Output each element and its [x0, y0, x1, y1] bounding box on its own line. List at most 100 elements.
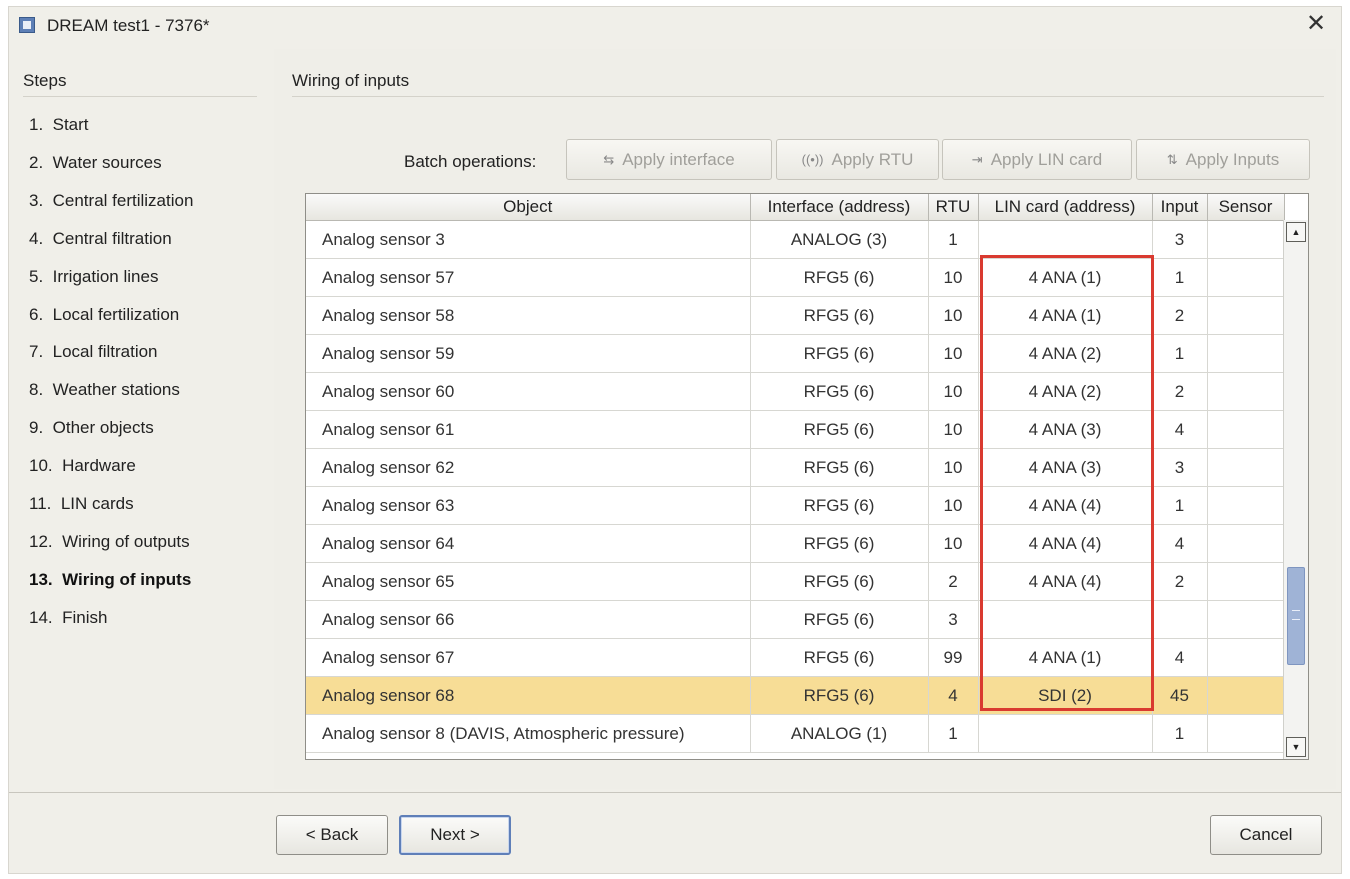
close-icon[interactable]: ✕ [1303, 11, 1329, 37]
column-header-rtu[interactable]: RTU [928, 194, 979, 221]
rtu-cell[interactable]: 10 [928, 372, 979, 411]
rtu-cell[interactable]: 3 [928, 600, 979, 639]
interface-cell[interactable]: ANALOG (3) [750, 220, 929, 259]
lin-card-cell[interactable]: 4 ANA (4) [978, 486, 1153, 525]
input-cell[interactable]: 2 [1152, 296, 1208, 335]
table-row[interactable]: Analog sensor 64 RFG5 (6) 10 4 ANA (4) 4 [306, 524, 1285, 563]
table-row[interactable]: Analog sensor 68 RFG5 (6) 4 SDI (2) 45 [306, 676, 1285, 715]
apply-inputs-button[interactable]: ⇅ Apply Inputs [1136, 139, 1310, 180]
lin-card-cell[interactable]: 4 ANA (3) [978, 410, 1153, 449]
sensor-cell[interactable] [1207, 486, 1285, 525]
object-cell[interactable]: Analog sensor 66 [306, 600, 751, 639]
interface-cell[interactable]: RFG5 (6) [750, 448, 929, 487]
sensor-cell[interactable] [1207, 562, 1285, 601]
interface-cell[interactable]: RFG5 (6) [750, 524, 929, 563]
object-cell[interactable]: Analog sensor 61 [306, 410, 751, 449]
object-cell[interactable]: Analog sensor 58 [306, 296, 751, 335]
input-cell[interactable]: 45 [1152, 676, 1208, 715]
table-row[interactable]: Analog sensor 62 RFG5 (6) 10 4 ANA (3) 3 [306, 448, 1285, 487]
lin-card-cell[interactable] [978, 220, 1153, 259]
sensor-cell[interactable] [1207, 638, 1285, 677]
interface-cell[interactable]: RFG5 (6) [750, 258, 929, 297]
lin-card-cell[interactable]: 4 ANA (2) [978, 372, 1153, 411]
object-cell[interactable]: Analog sensor 8 (DAVIS, Atmospheric pres… [306, 714, 751, 753]
object-cell[interactable]: Analog sensor 59 [306, 334, 751, 373]
apply-interface-button[interactable]: ⇆ Apply interface [566, 139, 772, 180]
rtu-cell[interactable]: 1 [928, 220, 979, 259]
input-cell[interactable]: 1 [1152, 486, 1208, 525]
interface-cell[interactable]: RFG5 (6) [750, 562, 929, 601]
sensor-cell[interactable] [1207, 410, 1285, 449]
table-row[interactable]: Analog sensor 66 RFG5 (6) 3 [306, 600, 1285, 639]
table-row[interactable]: Analog sensor 61 RFG5 (6) 10 4 ANA (3) 4 [306, 410, 1285, 449]
column-header-sensor[interactable]: Sensor [1207, 194, 1285, 221]
cancel-button[interactable]: Cancel [1210, 815, 1322, 855]
sensor-cell[interactable] [1207, 524, 1285, 563]
rtu-cell[interactable]: 10 [928, 486, 979, 525]
input-cell[interactable]: 4 [1152, 638, 1208, 677]
object-cell[interactable]: Analog sensor 65 [306, 562, 751, 601]
rtu-cell[interactable]: 10 [928, 524, 979, 563]
lin-card-cell[interactable]: 4 ANA (1) [978, 638, 1153, 677]
sensor-cell[interactable] [1207, 220, 1285, 259]
table-row[interactable]: Analog sensor 58 RFG5 (6) 10 4 ANA (1) 2 [306, 296, 1285, 335]
scroll-down-icon[interactable]: ▼ [1286, 737, 1306, 757]
object-cell[interactable]: Analog sensor 62 [306, 448, 751, 487]
vertical-scrollbar[interactable]: ▲ ▼ [1283, 220, 1308, 759]
lin-card-cell[interactable]: 4 ANA (2) [978, 334, 1153, 373]
sensor-cell[interactable] [1207, 334, 1285, 373]
column-header-object[interactable]: Object [306, 194, 751, 221]
interface-cell[interactable]: RFG5 (6) [750, 486, 929, 525]
sensor-cell[interactable] [1207, 372, 1285, 411]
table-row[interactable]: Analog sensor 63 RFG5 (6) 10 4 ANA (4) 1 [306, 486, 1285, 525]
sensor-cell[interactable] [1207, 258, 1285, 297]
column-header-lin-card[interactable]: LIN card (address) [978, 194, 1153, 221]
next-button[interactable]: Next > [399, 815, 511, 855]
apply-lin-card-button[interactable]: ⇥ Apply LIN card [942, 139, 1132, 180]
interface-cell[interactable]: RFG5 (6) [750, 410, 929, 449]
back-button[interactable]: < Back [276, 815, 388, 855]
object-cell[interactable]: Analog sensor 57 [306, 258, 751, 297]
scroll-up-icon[interactable]: ▲ [1286, 222, 1306, 242]
table-row[interactable]: Analog sensor 60 RFG5 (6) 10 4 ANA (2) 2 [306, 372, 1285, 411]
input-cell[interactable]: 3 [1152, 448, 1208, 487]
object-cell[interactable]: Analog sensor 68 [306, 676, 751, 715]
input-cell[interactable] [1152, 600, 1208, 639]
rtu-cell[interactable]: 4 [928, 676, 979, 715]
rtu-cell[interactable]: 99 [928, 638, 979, 677]
scroll-thumb[interactable] [1287, 567, 1305, 665]
input-cell[interactable]: 1 [1152, 334, 1208, 373]
object-cell[interactable]: Analog sensor 3 [306, 220, 751, 259]
interface-cell[interactable]: ANALOG (1) [750, 714, 929, 753]
object-cell[interactable]: Analog sensor 67 [306, 638, 751, 677]
table-row[interactable]: Analog sensor 8 (DAVIS, Atmospheric pres… [306, 714, 1285, 753]
lin-card-cell[interactable] [978, 714, 1153, 753]
apply-rtu-button[interactable]: ((•)) Apply RTU [776, 139, 939, 180]
lin-card-cell[interactable]: 4 ANA (4) [978, 524, 1153, 563]
rtu-cell[interactable]: 10 [928, 296, 979, 335]
input-cell[interactable]: 4 [1152, 410, 1208, 449]
sensor-cell[interactable] [1207, 676, 1285, 715]
rtu-cell[interactable]: 10 [928, 258, 979, 297]
rtu-cell[interactable]: 10 [928, 334, 979, 373]
column-header-input[interactable]: Input [1152, 194, 1208, 221]
sensor-cell[interactable] [1207, 600, 1285, 639]
sensor-cell[interactable] [1207, 714, 1285, 753]
input-cell[interactable]: 3 [1152, 220, 1208, 259]
interface-cell[interactable]: RFG5 (6) [750, 334, 929, 373]
lin-card-cell[interactable]: 4 ANA (1) [978, 296, 1153, 335]
sensor-cell[interactable] [1207, 296, 1285, 335]
rtu-cell[interactable]: 1 [928, 714, 979, 753]
rtu-cell[interactable]: 10 [928, 448, 979, 487]
input-cell[interactable]: 1 [1152, 714, 1208, 753]
column-header-interface[interactable]: Interface (address) [750, 194, 929, 221]
table-row[interactable]: Analog sensor 65 RFG5 (6) 2 4 ANA (4) 2 [306, 562, 1285, 601]
object-cell[interactable]: Analog sensor 60 [306, 372, 751, 411]
lin-card-cell[interactable]: SDI (2) [978, 676, 1153, 715]
interface-cell[interactable]: RFG5 (6) [750, 372, 929, 411]
table-row[interactable]: Analog sensor 3 ANALOG (3) 1 3 [306, 220, 1285, 259]
lin-card-cell[interactable] [978, 600, 1153, 639]
interface-cell[interactable]: RFG5 (6) [750, 676, 929, 715]
rtu-cell[interactable]: 2 [928, 562, 979, 601]
input-cell[interactable]: 4 [1152, 524, 1208, 563]
